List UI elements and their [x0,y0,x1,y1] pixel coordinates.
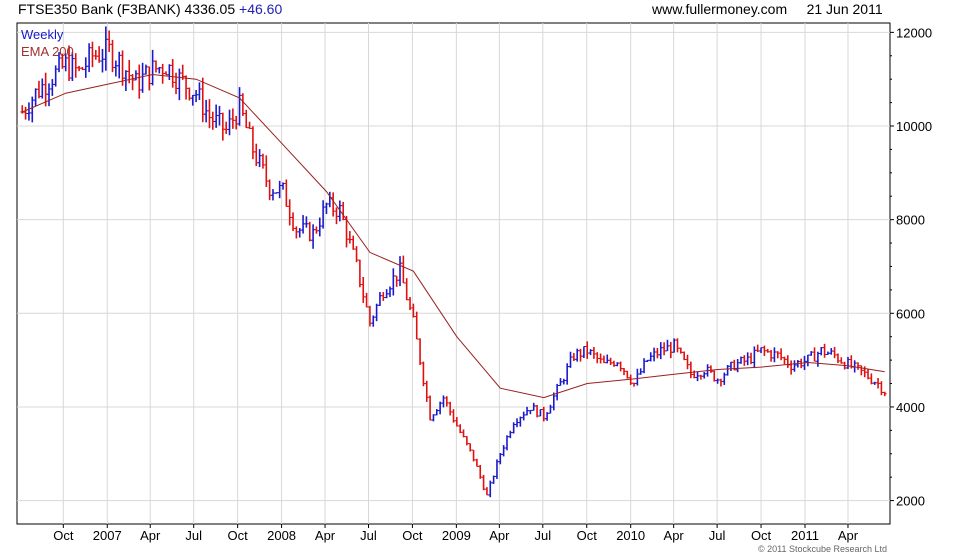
x-tick-label: Apr [664,528,685,543]
x-tick-label: Apr [315,528,336,543]
x-tick-label: Jul [185,528,202,543]
x-tick-label: Jul [534,528,551,543]
plot-frame [16,22,891,525]
y-tick-label: 6000 [896,306,925,321]
x-tick-label: Oct [53,528,74,543]
x-axis: Oct 2007 Apr Jul Oct 2008 Apr Jul Oct 2009 Apr Jul O… [53,524,859,543]
x-tick-label: 2011 [791,528,819,543]
y-tick-label: 2000 [896,494,925,509]
x-tick-label: Apr [489,528,510,543]
x-tick-label: 2009 [442,528,471,543]
y-tick-label: 8000 [896,213,925,228]
y-tick-label: 10000 [896,119,932,134]
x-tick-label: Oct [228,528,249,543]
x-tick-label: Jul [709,528,726,543]
x-tick-label: 2010 [616,528,645,543]
price-chart: Oct 2007 Apr Jul Oct 2008 Apr Jul Oct 2009 Apr Jul O… [16,22,932,543]
x-tick-label: 2007 [93,528,122,543]
x-tick-label: Jul [360,528,377,543]
y-axis: 2000 4000 6000 8000 10000 12000 [890,25,932,509]
y-tick-label: 12000 [896,25,932,40]
x-tick-label: Oct [402,528,423,543]
legend-ema: EMA 200 [21,44,74,59]
x-tick-label: Oct [751,528,772,543]
copyright-notice: © 2011 Stockcube Research Ltd [758,544,888,554]
x-tick-label: Apr [838,528,859,543]
x-tick-label: 2008 [267,528,296,543]
x-tick-label: Apr [140,528,161,543]
legend-weekly: Weekly [21,27,64,42]
x-tick-label: Oct [577,528,598,543]
y-tick-label: 4000 [896,400,925,415]
